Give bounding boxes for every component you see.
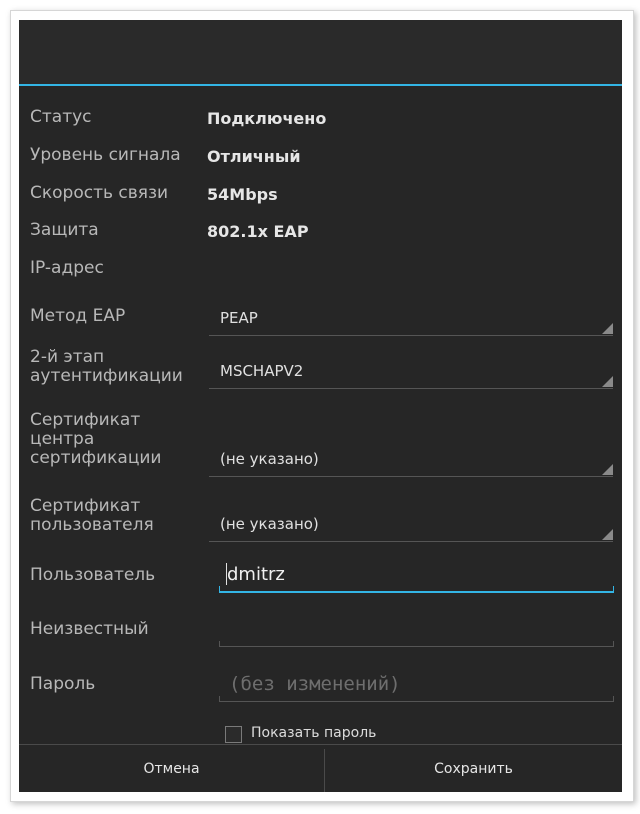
eap-method-label: Метод EAP bbox=[30, 306, 126, 326]
user-cert-row: Сертификат пользователя (не указано) bbox=[19, 495, 622, 545]
user-cert-value: (не указано) bbox=[220, 515, 319, 533]
status-label: Статус bbox=[30, 107, 92, 127]
show-password-label: Показать пароль bbox=[251, 725, 377, 741]
cancel-button[interactable]: Отмена bbox=[19, 745, 324, 792]
phase2-label: 2-й этап аутентификации bbox=[30, 347, 183, 386]
password-placeholder: (без изменений) bbox=[229, 673, 401, 695]
password-row: Пароль (без изменений) bbox=[19, 665, 622, 705]
wifi-network-dialog: Статус Подключено Уровень сигнала Отличн… bbox=[19, 20, 622, 792]
save-button[interactable]: Сохранить bbox=[325, 745, 622, 792]
identity-row: Пользователь dmitrz bbox=[19, 555, 622, 595]
input-edge-left bbox=[219, 586, 220, 591]
phase2-spinner[interactable]: MSCHAPV2 bbox=[209, 348, 613, 389]
dropdown-arrow-icon bbox=[602, 529, 613, 540]
input-edge-left bbox=[219, 696, 220, 701]
input-edge-right bbox=[613, 641, 614, 646]
security-value: 802.1x EAP bbox=[207, 222, 309, 241]
ca-cert-label: Сертификат центра сертификации bbox=[30, 410, 162, 468]
password-input[interactable]: (без изменений) bbox=[219, 665, 614, 702]
user-cert-label: Сертификат пользователя bbox=[30, 496, 154, 535]
dropdown-arrow-icon bbox=[602, 376, 613, 387]
ca-cert-row: Сертификат центра сертификации (не указа… bbox=[19, 408, 622, 480]
signal-label: Уровень сигнала bbox=[30, 145, 181, 165]
anonymous-label: Неизвестный bbox=[30, 619, 149, 639]
speed-value: 54Mbps bbox=[207, 185, 278, 204]
signal-value: Отличный bbox=[207, 147, 301, 166]
speed-label: Скорость связи bbox=[30, 183, 169, 203]
phase2-row: 2-й этап аутентификации MSCHAPV2 bbox=[19, 345, 622, 395]
password-label: Пароль bbox=[30, 674, 96, 694]
dropdown-arrow-icon bbox=[602, 323, 613, 334]
identity-value: dmitrz bbox=[227, 564, 285, 585]
ip-label: IP-адрес bbox=[30, 258, 104, 278]
identity-label: Пользователь bbox=[30, 565, 156, 585]
ca-cert-spinner[interactable]: (не указано) bbox=[209, 436, 613, 477]
dropdown-arrow-icon bbox=[602, 464, 613, 475]
security-label: Защита bbox=[30, 220, 99, 240]
identity-input[interactable]: dmitrz bbox=[219, 555, 614, 593]
input-edge-right bbox=[613, 586, 614, 591]
eap-method-value: PEAP bbox=[220, 309, 258, 327]
status-value: Подключено bbox=[207, 109, 327, 128]
input-edge-left bbox=[219, 641, 220, 646]
anonymous-row: Неизвестный bbox=[19, 610, 622, 650]
ca-cert-value: (не указано) bbox=[220, 450, 319, 468]
dialog-title-bar bbox=[19, 20, 622, 84]
eap-method-row: Метод EAP PEAP bbox=[19, 295, 622, 340]
anonymous-input[interactable] bbox=[219, 610, 614, 647]
show-password-checkbox[interactable] bbox=[225, 726, 242, 743]
user-cert-spinner[interactable]: (не указано) bbox=[209, 501, 613, 542]
eap-method-spinner[interactable]: PEAP bbox=[209, 295, 613, 336]
phase2-value: MSCHAPV2 bbox=[220, 362, 304, 380]
input-edge-right bbox=[613, 696, 614, 701]
dialog-button-bar: Отмена Сохранить bbox=[19, 744, 622, 792]
title-divider bbox=[19, 84, 622, 86]
